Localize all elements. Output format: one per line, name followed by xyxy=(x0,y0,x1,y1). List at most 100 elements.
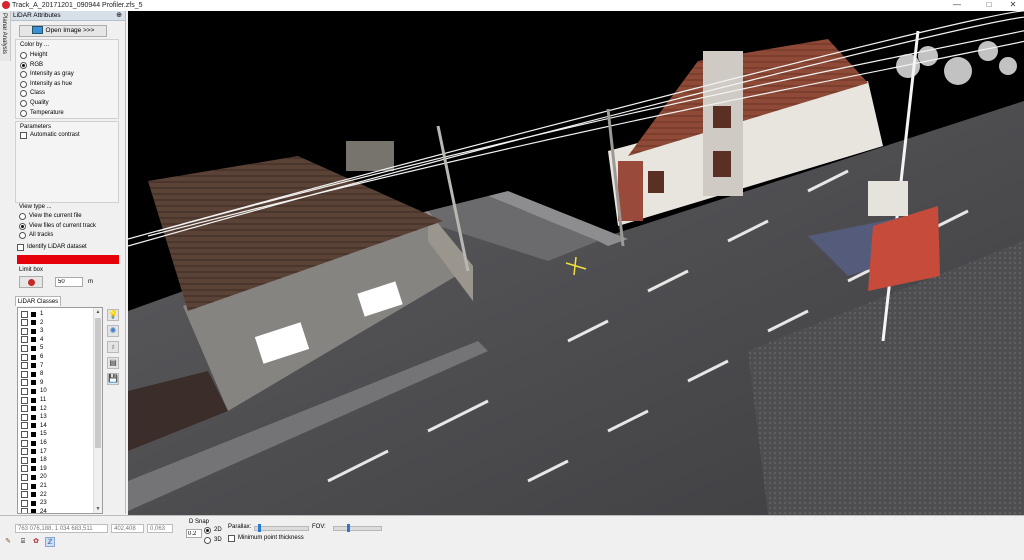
radio-button[interactable] xyxy=(204,537,211,544)
class-checkbox[interactable] xyxy=(21,439,28,447)
class-checkbox[interactable] xyxy=(21,508,28,513)
color-by-height[interactable]: Height xyxy=(20,52,47,59)
class-checkbox[interactable] xyxy=(21,448,28,456)
measure-tool-icon[interactable]: ✎ xyxy=(3,537,13,547)
radio-button[interactable] xyxy=(20,80,27,88)
class-checkbox[interactable] xyxy=(21,473,28,481)
color-by-class[interactable]: Class xyxy=(20,90,45,98)
bulb-on-icon[interactable]: 💡 xyxy=(107,309,119,321)
tab-lidar-classes[interactable]: LiDAR Classes xyxy=(15,296,61,306)
open-image-button[interactable]: Open Image >>> xyxy=(19,25,107,37)
lidar-class-item[interactable]: 8 xyxy=(21,370,43,378)
scroll-up-icon[interactable]: ▲ xyxy=(94,308,102,316)
lidar-class-item[interactable]: 10 xyxy=(21,387,47,395)
class-checkbox[interactable] xyxy=(21,499,28,507)
class-checkbox[interactable] xyxy=(21,413,28,421)
planar-analysis-tab[interactable]: Planar Analysis xyxy=(0,11,11,61)
checkbox-box[interactable] xyxy=(228,535,235,542)
lidar-class-item[interactable]: 7 xyxy=(21,362,43,370)
minimize-button[interactable]: — xyxy=(946,0,968,11)
radio-button[interactable] xyxy=(19,222,26,230)
limit-box-button[interactable] xyxy=(19,276,43,288)
class-checkbox[interactable] xyxy=(21,405,28,413)
class-checkbox[interactable] xyxy=(21,327,28,335)
class-checkbox[interactable] xyxy=(21,344,28,352)
identify-lidar-checkbox[interactable]: Identify LiDAR dataset xyxy=(17,244,87,251)
radio-button[interactable] xyxy=(19,232,26,239)
checkbox-box[interactable] xyxy=(20,132,27,139)
radio-button[interactable] xyxy=(20,52,27,59)
class-checkbox[interactable] xyxy=(21,422,28,430)
color-by-temperature[interactable]: Temperature xyxy=(20,109,64,117)
snap-mode-2d[interactable]: 2D xyxy=(204,527,222,534)
lidar-class-item[interactable]: 24 xyxy=(21,508,47,513)
lidar-class-item[interactable]: 15 xyxy=(21,430,47,438)
lidar-class-item[interactable]: 5 xyxy=(21,344,43,352)
ruler-tool-icon[interactable]: ⌸ xyxy=(18,537,28,547)
view-type-view-files-of-current-track[interactable]: View files of current track xyxy=(19,222,96,230)
limit-box-input[interactable] xyxy=(55,277,83,287)
lidar-class-item[interactable]: 17 xyxy=(21,448,47,456)
point-cloud-viewport[interactable] xyxy=(128,11,1024,515)
color-by-intensity-as-hue[interactable]: Intensity as hue xyxy=(20,80,72,88)
parallax-slider-knob[interactable] xyxy=(257,524,261,532)
lidar-class-item[interactable]: 3 xyxy=(21,327,43,335)
view-type-all-tracks[interactable]: All tracks xyxy=(19,232,53,239)
class-checkbox[interactable] xyxy=(21,396,28,404)
class-checkbox[interactable] xyxy=(21,336,28,344)
bulb-off-icon[interactable]: ♁ xyxy=(107,341,119,353)
lidar-class-item[interactable]: 14 xyxy=(21,422,47,430)
settings-icon[interactable]: ✺ xyxy=(107,325,119,337)
lidar-class-item[interactable]: 4 xyxy=(21,336,43,344)
lidar-class-item[interactable]: 23 xyxy=(21,499,47,507)
class-checkbox[interactable] xyxy=(21,379,28,387)
class-checkbox[interactable] xyxy=(21,491,28,499)
fov-slider-knob[interactable] xyxy=(347,524,351,532)
lidar-class-item[interactable]: 9 xyxy=(21,379,43,387)
snap-mode-3d[interactable]: 3D xyxy=(204,537,222,544)
radio-button[interactable] xyxy=(20,61,27,69)
radio-button[interactable] xyxy=(204,527,211,534)
maximize-button[interactable]: □ xyxy=(978,0,1000,11)
checkbox-box[interactable] xyxy=(17,244,24,251)
layers-icon[interactable]: ▤ xyxy=(107,357,119,369)
radio-button[interactable] xyxy=(20,109,27,117)
lidar-class-item[interactable]: 6 xyxy=(21,353,43,361)
lidar-class-item[interactable]: 19 xyxy=(21,465,47,473)
view-type-view-the-current-file[interactable]: View the current file xyxy=(19,213,82,220)
lidar-class-item[interactable]: 20 xyxy=(21,473,47,481)
color-by-quality[interactable]: Quality xyxy=(20,100,49,107)
classes-scrollbar[interactable]: ▲ ▼ xyxy=(93,308,102,513)
close-button[interactable]: ✕ xyxy=(1002,0,1024,11)
radio-button[interactable] xyxy=(20,90,27,98)
radio-button[interactable] xyxy=(19,213,26,220)
lidar-class-item[interactable]: 12 xyxy=(21,405,47,413)
class-checkbox[interactable] xyxy=(21,387,28,395)
pin-icon[interactable]: ⊕ xyxy=(116,11,122,19)
scroll-down-icon[interactable]: ▼ xyxy=(94,505,102,513)
lidar-classes-list[interactable]: 1 2 3 4 5 6 7 8 9 10 11 12 13 14 15 16 17 18 19 20 21 22 23 24 … xyxy=(17,307,103,514)
marker-tool-icon[interactable]: ✿ xyxy=(31,537,41,547)
class-checkbox[interactable] xyxy=(21,353,28,361)
lidar-class-item[interactable]: 21 xyxy=(21,482,47,490)
class-checkbox[interactable] xyxy=(21,362,28,370)
minimum-point-thickness-checkbox[interactable]: Minimum point thickness xyxy=(228,535,304,542)
fov-slider[interactable] xyxy=(333,524,382,532)
color-by-intensity-as-gray[interactable]: Intensity as gray xyxy=(20,71,74,79)
color-by-rgb[interactable]: RGB xyxy=(20,61,43,69)
save-icon[interactable]: 💾 xyxy=(107,373,119,385)
lidar-class-item[interactable]: 13 xyxy=(21,413,47,421)
lidar-class-item[interactable]: 18 xyxy=(21,456,47,464)
class-checkbox[interactable] xyxy=(21,430,28,438)
class-checkbox[interactable] xyxy=(21,456,28,464)
parallax-slider[interactable] xyxy=(254,524,309,532)
lidar-class-item[interactable]: 22 xyxy=(21,491,47,499)
d-snap-input[interactable] xyxy=(186,529,202,538)
class-checkbox[interactable] xyxy=(21,465,28,473)
scroll-thumb[interactable] xyxy=(95,318,101,448)
snap-tool-icon[interactable]: ℤ xyxy=(45,537,55,547)
automatic-contrast-checkbox[interactable]: Automatic contrast xyxy=(20,132,80,139)
lidar-class-item[interactable]: 2 xyxy=(21,319,43,327)
class-checkbox[interactable] xyxy=(21,319,28,327)
lidar-class-item[interactable]: 16 xyxy=(21,439,47,447)
